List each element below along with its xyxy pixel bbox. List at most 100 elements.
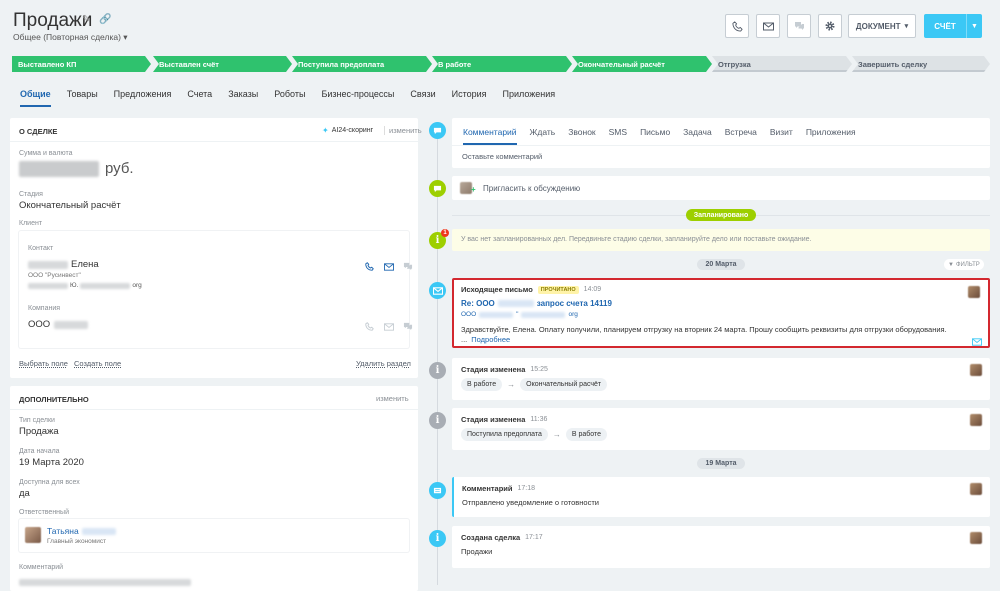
- email-subject[interactable]: Re: ООО запрос счета 14119: [461, 299, 612, 308]
- client-label: Клиент: [19, 220, 43, 227]
- stage-change-card: Стадия изменена 15:25 В работе → Окончат…: [452, 358, 990, 400]
- email-button[interactable]: [756, 14, 780, 38]
- phone-icon[interactable]: [363, 260, 376, 273]
- reply-icon[interactable]: [972, 333, 982, 351]
- avatar: [970, 483, 982, 495]
- chat-icon[interactable]: [401, 320, 414, 333]
- stage-item[interactable]: В работе: [432, 56, 572, 72]
- stage-from: Поступила предоплата: [461, 428, 548, 441]
- section-title: О СДЕЛКЕ: [19, 127, 58, 136]
- company-name[interactable]: ООО: [28, 319, 89, 330]
- section-title: ДОПОЛНИТЕЛЬНО: [19, 395, 89, 404]
- outgoing-email-card[interactable]: Исходящее письмо ПРОЧИТАНО 14:09 Re: ООО…: [452, 278, 990, 348]
- comment-icon: [429, 122, 446, 139]
- comment-card: Комментарий 17:18 Отправлено уведомление…: [452, 477, 990, 517]
- planned-notice: У вас нет запланированных дел. Передвинь…: [452, 229, 990, 251]
- stage-item[interactable]: Отгрузка: [712, 56, 852, 72]
- delete-section-link[interactable]: Удалить раздел: [356, 359, 411, 368]
- filter-button[interactable]: ▼ ФИЛЬТР: [944, 259, 984, 270]
- document-button[interactable]: ДОКУМЕНТ ▾: [848, 14, 916, 38]
- envelope-icon[interactable]: [382, 260, 395, 273]
- chat-icon: [794, 22, 804, 30]
- gear-icon: [825, 21, 835, 31]
- create-field-link[interactable]: Создать поле: [74, 359, 121, 368]
- deal-category[interactable]: Общее (Повторная сделка) ▾: [13, 32, 128, 43]
- stage-item[interactable]: Поступила предоплата: [292, 56, 432, 72]
- avatar: [970, 364, 982, 376]
- composer-tab-visit[interactable]: Визит: [770, 127, 793, 145]
- deal-created-text: Продажи: [461, 547, 493, 556]
- start-date-label: Дата начала: [19, 448, 60, 455]
- tab-business-processes[interactable]: Бизнес-процессы: [321, 89, 394, 107]
- composer-tabs: Комментарий Ждать Звонок SMS Письмо Зада…: [463, 127, 856, 145]
- tab-orders[interactable]: Заказы: [228, 89, 258, 107]
- filter-icon: ▼: [948, 261, 954, 268]
- composer-tab-sms[interactable]: SMS: [609, 127, 627, 145]
- email-more: ... Подробнее: [461, 335, 511, 344]
- ai-icon: ✦: [322, 126, 329, 135]
- composer-tab-email[interactable]: Письмо: [640, 127, 670, 145]
- composer-tab-wait[interactable]: Ждать: [530, 127, 556, 145]
- extra-section: ДОПОЛНИТЕЛЬНО изменить Тип сделки Продаж…: [10, 386, 418, 591]
- deal-created-card: Создана сделка 17:17 Продажи: [452, 526, 990, 568]
- responsible-name[interactable]: Татьяна: [47, 526, 116, 536]
- arrow-right-icon: →: [507, 380, 516, 389]
- activity-composer: Комментарий Ждать Звонок SMS Письмо Зада…: [452, 118, 990, 168]
- planned-badge: Запланировано: [686, 209, 756, 221]
- tab-offers[interactable]: Предложения: [114, 89, 172, 107]
- comment-input[interactable]: Оставьте комментарий: [462, 152, 542, 161]
- composer-tab-task[interactable]: Задача: [683, 127, 712, 145]
- title-edit-icons[interactable]: ✎ 🔗: [82, 14, 115, 25]
- stage-item[interactable]: Выставлено КП: [12, 56, 151, 72]
- info-icon: i 1: [429, 229, 449, 249]
- composer-tab-comment[interactable]: Комментарий: [463, 127, 517, 145]
- tab-products[interactable]: Товары: [67, 89, 98, 107]
- edit-link[interactable]: изменить: [376, 394, 409, 403]
- tab-invoices[interactable]: Счета: [187, 89, 212, 107]
- comment-value: [19, 574, 191, 591]
- amount-value: руб.: [19, 160, 134, 177]
- phone-icon[interactable]: [363, 320, 376, 333]
- comment-text: Отправлено уведомление о готовности: [462, 498, 599, 507]
- email-sender[interactable]: ООО " org: [461, 311, 578, 318]
- date-separator: 19 Марта: [697, 458, 745, 469]
- avatar: [968, 286, 980, 298]
- contact-name[interactable]: Елена: [28, 259, 99, 270]
- stage-item[interactable]: Завершить сделку: [852, 56, 990, 72]
- composer-tab-apps[interactable]: Приложения: [806, 127, 856, 145]
- composer-tab-meeting[interactable]: Встреча: [725, 127, 757, 145]
- contact-email[interactable]: Ю. org: [28, 282, 142, 289]
- stage-item[interactable]: Выставлен счёт: [153, 56, 292, 72]
- tab-robots[interactable]: Роботы: [274, 89, 305, 107]
- tab-links[interactable]: Связи: [410, 89, 435, 107]
- chat-icon[interactable]: [401, 260, 414, 273]
- envelope-icon[interactable]: [382, 320, 395, 333]
- stage-bar: Выставлено КП Выставлен счёт Поступила п…: [12, 56, 990, 72]
- tab-history[interactable]: История: [452, 89, 487, 107]
- invite-card[interactable]: + Пригласить к обсуждению: [452, 176, 990, 200]
- stage-item[interactable]: Окончательный расчёт: [572, 56, 712, 72]
- avatar: [25, 527, 41, 543]
- envelope-icon: [762, 22, 774, 30]
- invoice-button[interactable]: СЧЁТ ▼: [924, 14, 982, 38]
- stage-value: Окончательный расчёт: [19, 200, 121, 211]
- composer-tab-call[interactable]: Звонок: [568, 127, 595, 145]
- stage-to: Окончательный расчёт: [520, 378, 608, 391]
- settings-button[interactable]: [818, 14, 842, 38]
- phone-icon: [731, 20, 743, 32]
- scoring-link[interactable]: ✦ AI24-скоринг: [322, 126, 373, 135]
- more-link[interactable]: Подробнее: [471, 335, 510, 344]
- tab-general[interactable]: Общие: [20, 89, 51, 107]
- email-header: Исходящее письмо ПРОЧИТАНО 14:09: [461, 285, 602, 294]
- chat-button[interactable]: [787, 14, 811, 38]
- select-field-link[interactable]: Выбрать поле: [19, 359, 68, 368]
- contact-label: Контакт: [28, 245, 54, 252]
- responsible-card[interactable]: Татьяна Главный экономист: [19, 519, 409, 552]
- call-button[interactable]: [725, 14, 749, 38]
- deal-type-label: Тип сделки: [19, 417, 55, 424]
- envelope-icon: [429, 282, 446, 299]
- access-label: Доступна для всех: [19, 479, 80, 486]
- amount-label: Сумма и валюта: [19, 150, 73, 157]
- edit-link[interactable]: изменить: [384, 126, 422, 135]
- tab-apps[interactable]: Приложения: [503, 89, 556, 107]
